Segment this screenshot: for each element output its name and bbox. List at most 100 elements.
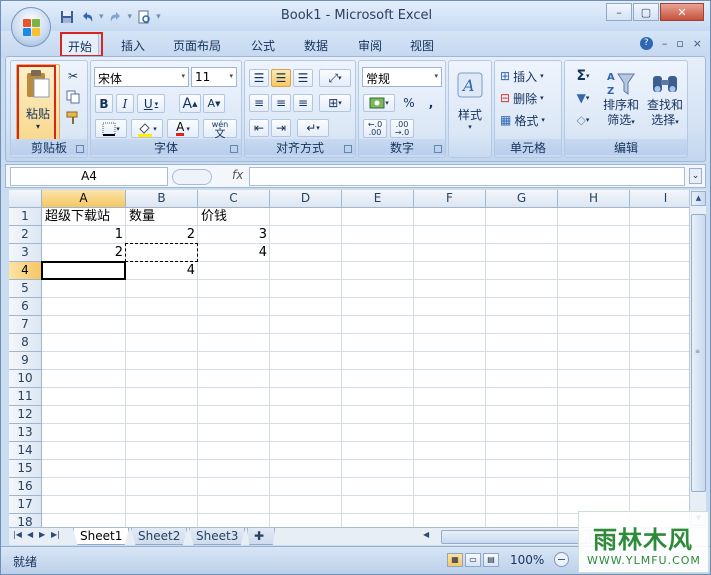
sheet-tab-sheet2[interactable]: Sheet2 [131,528,188,545]
tab-review[interactable]: 审阅 [358,37,382,54]
row-header-15[interactable]: 15 [9,460,42,478]
styles-button[interactable]: A 样式 ▾ [453,67,487,137]
autosum-button[interactable]: Σ ▾ [569,67,597,85]
align-top-icon[interactable]: ☰ [249,69,269,87]
cell-c2[interactable]: 3 [198,226,270,244]
cell-b4[interactable]: 4 [126,262,198,280]
column-header-c[interactable]: C [198,190,270,208]
clear-icon[interactable]: ◇ ▾ [569,111,597,129]
shrink-font-button[interactable]: A ▼ [203,94,225,113]
ribbon-minimize-icon[interactable]: – [662,37,668,50]
copy-icon[interactable] [63,88,83,106]
increase-indent-icon[interactable]: ⇥ [271,119,291,137]
decrease-indent-icon[interactable]: ⇤ [249,119,269,137]
row-header-13[interactable]: 13 [9,424,42,442]
zoom-level[interactable]: 100% [510,553,544,567]
next-sheet-icon[interactable]: ▶ [39,530,45,539]
merge-center-icon[interactable]: ⊞ ▾ [319,94,351,112]
select-all-corner[interactable] [9,190,42,208]
alignment-launcher-icon[interactable] [344,145,352,153]
row-header-9[interactable]: 9 [9,352,42,370]
tab-formulas[interactable]: 公式 [251,37,275,54]
sheet-tab-sheet3[interactable]: Sheet3 [189,528,246,545]
zoom-out-button[interactable]: − [554,552,569,567]
cell-a3[interactable]: 2 [42,244,126,262]
sort-filter-button[interactable]: AZ 排序和 筛选▾ [601,67,641,139]
borders-button[interactable]: ▾ [95,119,127,138]
font-launcher-icon[interactable] [230,145,238,153]
column-header-h[interactable]: H [558,190,630,208]
grow-font-button[interactable]: A ▲ [179,94,201,113]
number-format-select[interactable]: 常规 ▾ [362,67,442,87]
last-sheet-icon[interactable]: ▶| [51,530,60,539]
find-select-button[interactable]: 查找和 选择▾ [645,67,685,139]
row-header-7[interactable]: 7 [9,316,42,334]
comma-button[interactable]: , [421,94,441,112]
tab-page-layout[interactable]: 页面布局 [173,37,221,54]
name-box[interactable]: A4 [10,167,168,186]
column-header-b[interactable]: B [126,190,198,208]
insert-cells-button[interactable]: ⊞ 插入 ▾ [499,67,559,85]
close-button[interactable]: ✕ [660,3,704,21]
row-header-12[interactable]: 12 [9,406,42,424]
row-header-17[interactable]: 17 [9,496,42,514]
column-header-i[interactable]: I [630,190,689,208]
cell-b2[interactable]: 2 [126,226,198,244]
vertical-scrollbar[interactable]: ▲ ≡ ▼ [689,190,706,527]
row-header-8[interactable]: 8 [9,334,42,352]
font-color-button[interactable]: A ▾ [167,119,199,138]
tab-data[interactable]: 数据 [304,37,328,54]
row-header-16[interactable]: 16 [9,478,42,496]
percent-button[interactable]: % [399,94,419,112]
number-launcher-icon[interactable] [434,145,442,153]
row-header-10[interactable]: 10 [9,370,42,388]
cut-icon[interactable]: ✂ [63,67,83,85]
fill-icon[interactable]: ▼ ▾ [569,89,597,107]
increase-decimal-button[interactable]: ←.0.00 [363,119,387,138]
bold-button[interactable]: B [95,94,113,113]
row-header-6[interactable]: 6 [9,298,42,316]
decrease-decimal-button[interactable]: .00 →.0 [390,119,414,138]
column-header-a[interactable]: A [42,190,126,208]
font-size-select[interactable]: 11 ▾ [191,67,237,87]
cell-c3[interactable]: 4 [198,244,270,262]
format-cells-button[interactable]: ▦ 格式 ▾ [499,111,559,129]
italic-button[interactable]: I [116,94,134,113]
expand-formula-bar-icon[interactable]: ⌄ [689,168,702,184]
name-box-divider-handle[interactable] [172,169,212,185]
row-header-11[interactable]: 11 [9,388,42,406]
insert-function-button[interactable]: fx [232,168,243,182]
align-middle-icon[interactable]: ☰ [271,69,291,87]
ribbon-close-icon[interactable]: × [693,37,702,50]
insert-sheet-icon[interactable]: ✚ [247,528,275,545]
tab-insert[interactable]: 插入 [121,37,145,54]
scroll-left-icon[interactable]: ◀ [423,530,429,539]
phonetic-button[interactable]: wén 文 [203,119,237,139]
row-header-3[interactable]: 3 [9,244,42,262]
worksheet-grid[interactable]: A B C D E F G H I 1 2 3 4 5 6 7 8 9 10 11 12 13 14 15 16 17 18 超级下载… [9,190,689,527]
active-cell-border[interactable] [41,261,126,280]
cell-c1[interactable]: 价钱 [198,208,270,226]
clipboard-launcher-icon[interactable] [76,145,84,153]
underline-button[interactable]: U ▾ [137,94,165,113]
align-bottom-icon[interactable]: ☰ [293,69,313,87]
fill-color-button[interactable]: ▾ [131,119,163,138]
format-painter-icon[interactable] [63,109,83,127]
row-header-2[interactable]: 2 [9,226,42,244]
normal-view-icon[interactable]: ▦ [447,553,463,567]
scroll-up-icon[interactable]: ▲ [691,191,706,206]
align-right-icon[interactable]: ≡ [293,94,313,112]
help-icon[interactable]: ? [639,37,653,50]
vertical-scroll-thumb[interactable]: ≡ [691,214,706,492]
row-header-18[interactable]: 18 [9,514,42,527]
row-header-14[interactable]: 14 [9,442,42,460]
row-header-5[interactable]: 5 [9,280,42,298]
cell-a2[interactable]: 1 [42,226,126,244]
currency-icon[interactable]: ▾ [363,94,395,112]
office-button[interactable] [11,7,51,47]
cell-a1[interactable]: 超级下载站 [42,208,126,226]
row-header-4[interactable]: 4 [9,262,42,280]
horizontal-scroll-thumb[interactable] [441,530,591,544]
orientation-icon[interactable]: ⤢ ▾ [319,69,351,87]
font-name-select[interactable]: 宋体 ▾ [94,67,189,87]
